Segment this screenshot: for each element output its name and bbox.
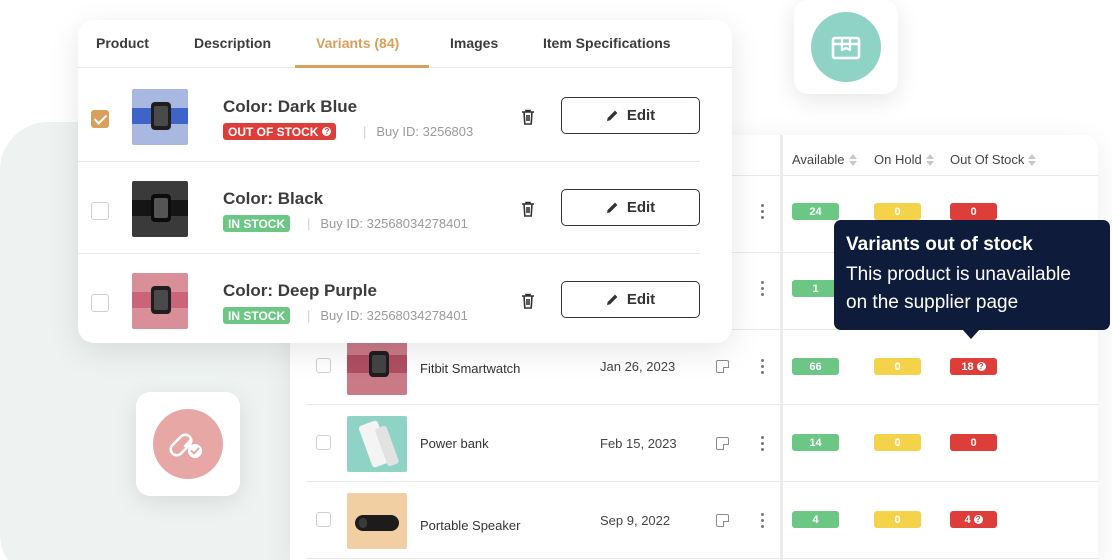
note-icon[interactable] xyxy=(716,437,729,450)
tab-item-specifications[interactable]: Item Specifications xyxy=(543,35,671,51)
sort-icon xyxy=(848,153,857,166)
variant-checkbox[interactable] xyxy=(91,202,109,220)
product-thumbnail xyxy=(347,493,407,549)
edit-button[interactable]: Edit xyxy=(561,189,700,226)
table-row[interactable]: Portable Speaker Sep 9, 2022 4 0 4? xyxy=(306,482,1098,559)
pencil-icon xyxy=(606,110,618,121)
product-thumbnail xyxy=(347,339,407,395)
available-badge: 14 xyxy=(792,434,839,451)
tooltip-title: Variants out of stock xyxy=(846,234,1033,255)
buy-id: Buy ID: 32568034278401 xyxy=(320,216,468,231)
product-date: Feb 15, 2023 xyxy=(600,436,677,451)
column-header-out-of-stock[interactable]: Out Of Stock xyxy=(950,152,1037,167)
trash-icon[interactable] xyxy=(521,293,535,309)
kebab-icon[interactable] xyxy=(761,436,765,451)
tooltip-body-line-2: on the supplier page xyxy=(846,292,1019,313)
table-row[interactable]: Power bank Feb 15, 2023 14 0 0 xyxy=(306,405,1098,482)
out-of-stock-badge[interactable]: 18? xyxy=(950,358,997,375)
question-icon: ? xyxy=(322,127,332,136)
trash-icon[interactable] xyxy=(521,109,535,125)
variant-row: Color: Deep Purple IN STOCK | Buy ID: 325… xyxy=(78,254,700,343)
available-badge: 66 xyxy=(792,358,839,375)
on-hold-badge: 0 xyxy=(874,203,921,220)
variant-title: Color: Black xyxy=(223,189,324,208)
note-icon[interactable] xyxy=(716,360,729,373)
variant-row: Color: Dark Blue OUT OF STOCK ? | Buy ID:… xyxy=(78,70,700,162)
row-checkbox[interactable] xyxy=(316,435,331,450)
product-name: Fitbit Smartwatch xyxy=(420,361,521,376)
out-of-stock-tooltip: Variants out of stock This product is un… xyxy=(834,220,1110,339)
pencil-icon xyxy=(606,294,618,305)
edit-button[interactable]: Edit xyxy=(561,281,700,318)
column-header-available[interactable]: Available xyxy=(792,152,857,167)
product-name: Power bank xyxy=(420,436,489,451)
note-icon[interactable] xyxy=(716,514,729,527)
variants-card: Product Description Variants (84) Images… xyxy=(78,20,732,343)
out-of-stock-badge: 0 xyxy=(950,434,997,451)
variant-checkbox[interactable] xyxy=(91,110,109,128)
variant-checkbox[interactable] xyxy=(91,294,109,312)
package-card xyxy=(794,0,898,94)
in-stock-badge: IN STOCK xyxy=(223,307,291,324)
trash-icon[interactable] xyxy=(521,201,535,217)
kebab-icon[interactable] xyxy=(761,513,765,528)
product-date: Jan 26, 2023 xyxy=(600,359,676,374)
product-name: Portable Speaker xyxy=(420,518,521,533)
tab-variants[interactable]: Variants (84) xyxy=(316,35,399,51)
question-icon: ? xyxy=(973,515,983,524)
kebab-icon[interactable] xyxy=(761,281,765,296)
variant-row: Color: Black IN STOCK | Buy ID: 325680342… xyxy=(78,162,700,254)
question-icon: ? xyxy=(976,362,986,371)
product-date: Sep 9, 2022 xyxy=(600,513,671,528)
tab-images[interactable]: Images xyxy=(450,35,498,51)
tooltip-body-line-1: This product is unavailable xyxy=(846,264,1071,285)
buy-id: Buy ID: 32568034278401 xyxy=(320,308,468,323)
out-of-stock-badge[interactable]: OUT OF STOCK ? xyxy=(223,123,337,140)
variant-title: Color: Dark Blue xyxy=(223,97,358,116)
available-badge: 1 xyxy=(792,280,839,297)
active-tab-indicator xyxy=(295,65,429,68)
sort-icon xyxy=(925,153,934,166)
on-hold-badge: 0 xyxy=(874,511,921,528)
product-thumbnail xyxy=(347,416,407,472)
kebab-icon[interactable] xyxy=(761,204,765,219)
tooltip-arrow xyxy=(962,329,980,339)
tab-product[interactable]: Product xyxy=(96,35,149,51)
variant-thumbnail xyxy=(132,181,188,237)
variant-thumbnail xyxy=(132,89,188,145)
package-icon xyxy=(811,12,881,82)
pencil-icon xyxy=(606,202,618,213)
available-badge: 4 xyxy=(792,511,839,528)
out-of-stock-badge: 0 xyxy=(950,203,997,220)
product-tabs: Product Description Variants (84) Images… xyxy=(78,20,732,68)
row-checkbox[interactable] xyxy=(316,358,331,373)
on-hold-badge: 0 xyxy=(874,434,921,451)
column-header-on-hold[interactable]: On Hold xyxy=(874,152,934,167)
kebab-icon[interactable] xyxy=(761,359,765,374)
out-of-stock-badge[interactable]: 4? xyxy=(950,511,997,528)
edit-button[interactable]: Edit xyxy=(561,97,700,134)
sort-icon xyxy=(1028,153,1037,166)
tab-description[interactable]: Description xyxy=(194,35,271,51)
available-badge: 24 xyxy=(792,203,839,220)
buy-id: Buy ID: 3256803 xyxy=(376,124,474,139)
link-check-icon xyxy=(153,409,223,479)
variant-title: Color: Deep Purple xyxy=(223,281,377,300)
link-check-card xyxy=(136,392,240,496)
variant-thumbnail xyxy=(132,273,188,329)
in-stock-badge: IN STOCK xyxy=(223,215,291,232)
row-checkbox[interactable] xyxy=(316,512,331,527)
on-hold-badge: 0 xyxy=(874,358,921,375)
